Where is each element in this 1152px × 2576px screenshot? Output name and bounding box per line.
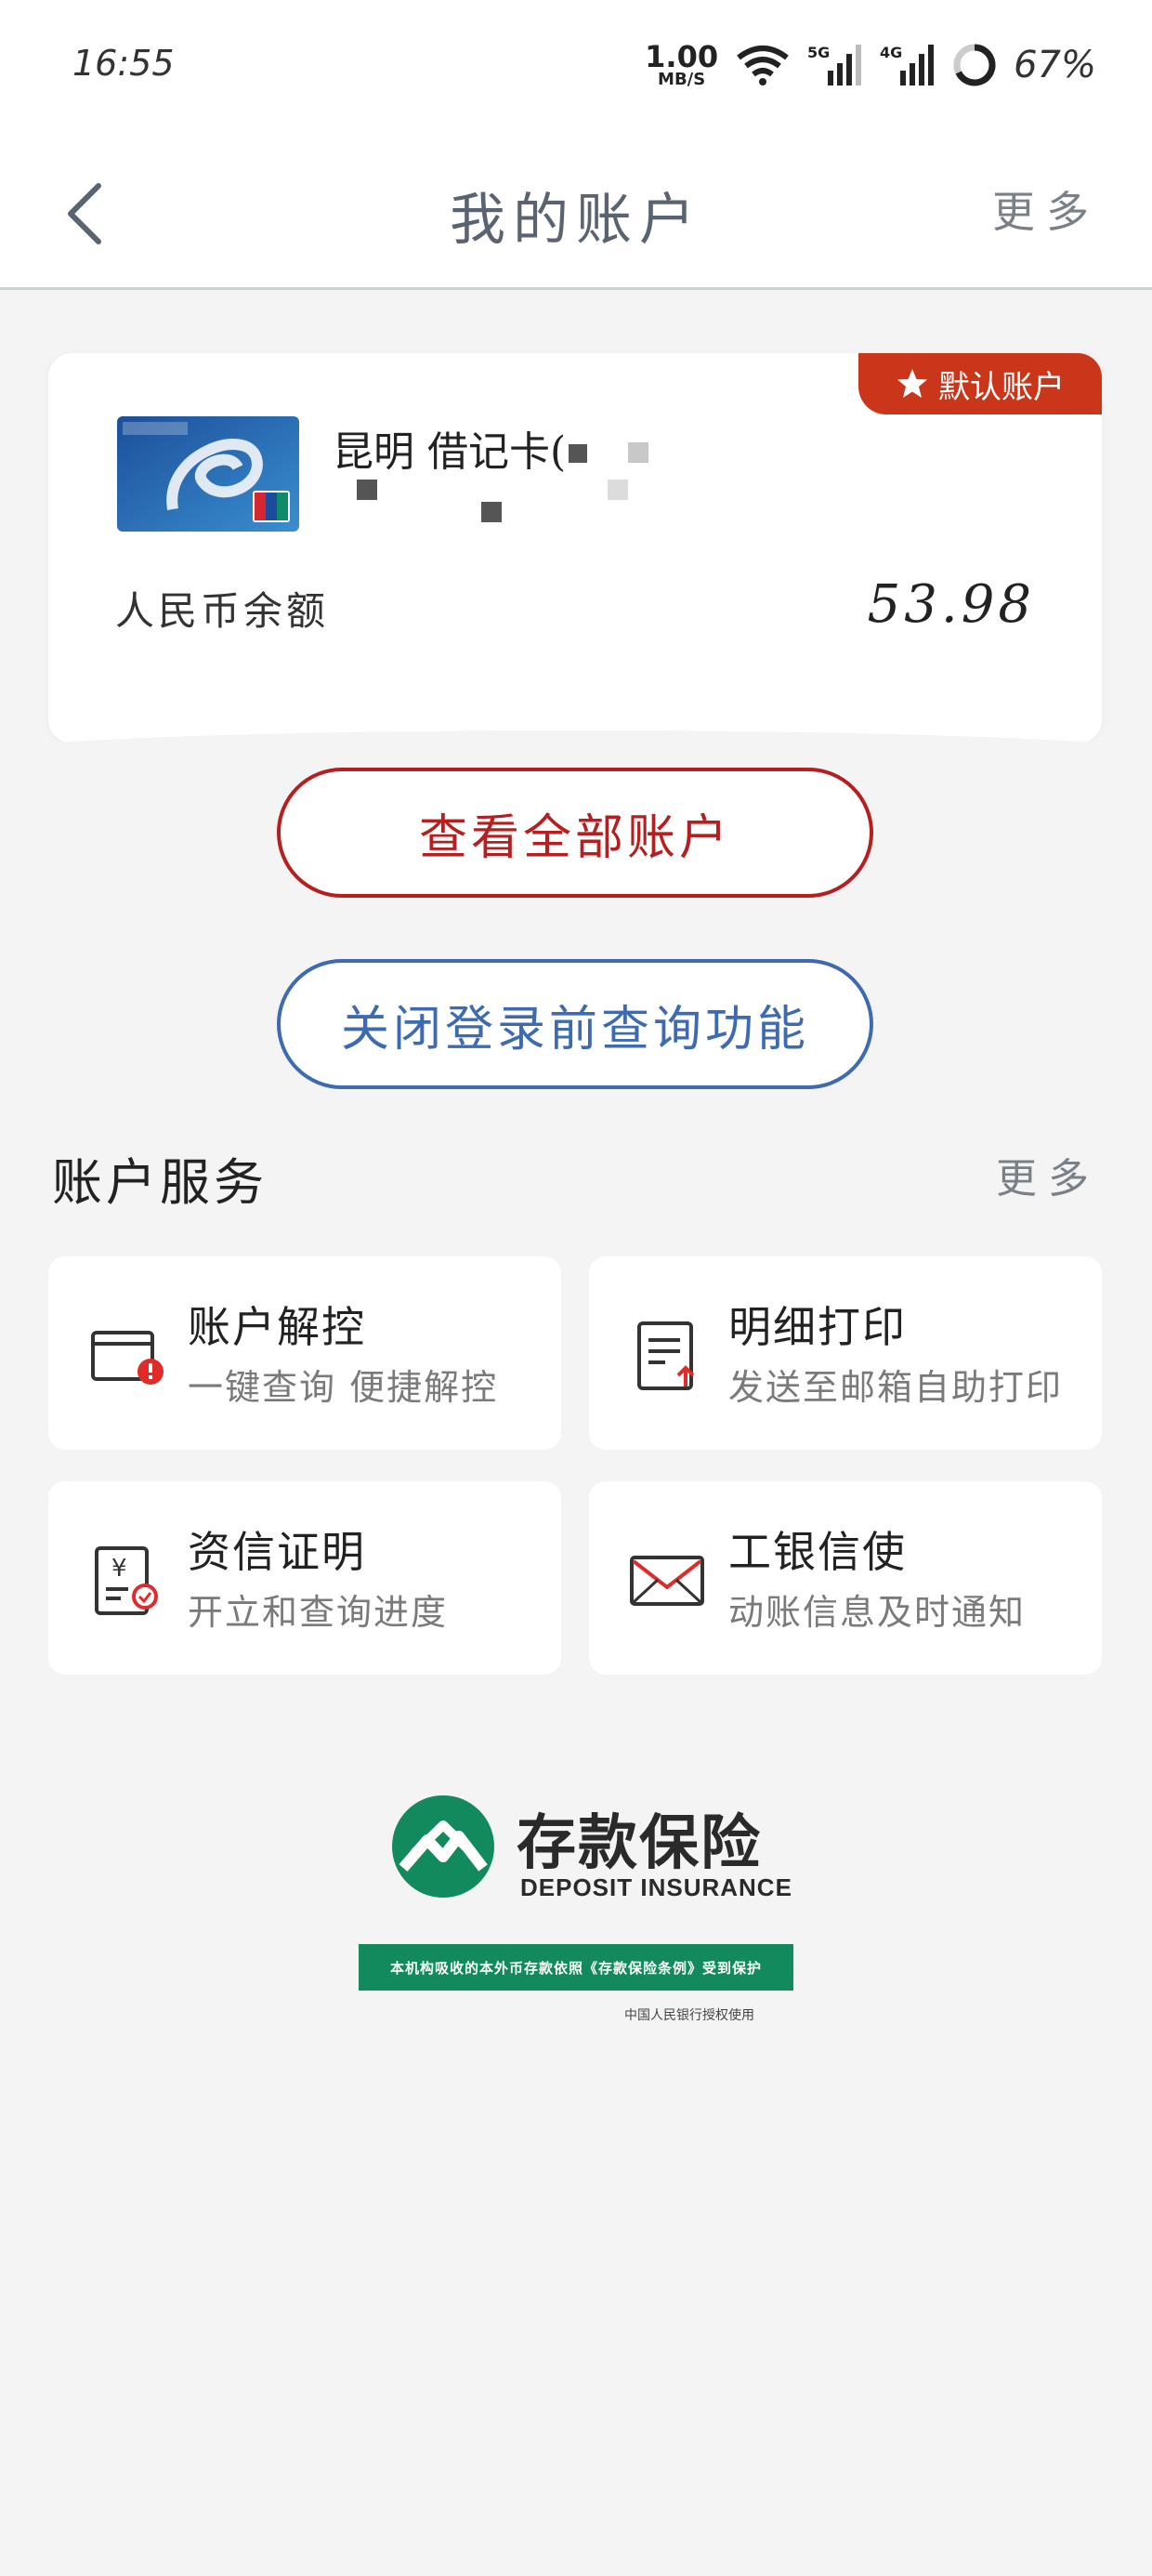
- services-more-button[interactable]: 更多: [996, 1145, 1100, 1204]
- deposit-insurance-subtitle: DEPOSIT INSURANCE: [520, 1873, 792, 1901]
- signal-4g-icon: 4G: [880, 44, 935, 85]
- deposit-insurance-authorization: 中国人民银行授权使用: [624, 2008, 754, 2023]
- close-prelogin-query-button[interactable]: 关闭登录前查询功能: [277, 959, 873, 1089]
- signal-4g-label: 4G: [880, 44, 902, 61]
- default-account-badge: 默认账户: [858, 353, 1102, 414]
- status-time: 16:55: [72, 43, 175, 84]
- deposit-insurance-logo: [392, 1795, 494, 1898]
- card-alert-icon: [91, 1331, 164, 1385]
- wifi-icon: [737, 46, 789, 85]
- yuan-certificate-icon: ¥: [95, 1546, 158, 1615]
- masked-digit: [569, 444, 587, 463]
- account-card[interactable]: 默认账户 昆明 借记卡( 人民币余额 53.98: [48, 353, 1102, 743]
- signal-5g-label: 5G: [807, 44, 830, 61]
- service-subtitle: 一键查询 便捷解控: [188, 1367, 499, 1408]
- masked-digit: [357, 480, 377, 500]
- service-statement-print[interactable]: 明细打印 发送至邮箱自助打印: [589, 1256, 1102, 1450]
- star-icon: [897, 369, 927, 398]
- net-speed-value: 1.00: [645, 39, 719, 74]
- card-name: 昆明 借记卡(: [333, 428, 567, 476]
- balance-value: 53.98: [867, 574, 1035, 635]
- service-icbc-messenger[interactable]: 工银信使 动账信息及时通知: [589, 1481, 1102, 1675]
- masked-digit: [481, 502, 502, 522]
- service-subtitle: 动账信息及时通知: [728, 1592, 1027, 1633]
- service-title: 明细打印: [728, 1302, 907, 1352]
- status-icons: 1.00 MB/S 5G 4G 67%: [645, 37, 1096, 93]
- net-speed-unit: MB/S: [658, 70, 706, 89]
- masked-digit: [608, 480, 628, 500]
- battery-icon: [953, 44, 996, 86]
- page-title: 我的账户: [450, 188, 702, 253]
- app-header: 我的账户 更多: [0, 139, 1152, 290]
- service-credit-certificate[interactable]: ¥ 资信证明 开立和查询进度: [48, 1481, 561, 1675]
- svg-text:¥: ¥: [111, 1555, 127, 1583]
- service-subtitle: 开立和查询进度: [188, 1592, 449, 1633]
- service-title: 资信证明: [188, 1527, 366, 1577]
- default-account-label: 默认账户: [938, 368, 1065, 406]
- deposit-insurance-title: 存款保险: [517, 1809, 762, 1878]
- battery-percent: 67%: [1014, 44, 1096, 86]
- service-title: 工银信使: [728, 1527, 907, 1577]
- service-title: 账户解控: [188, 1302, 366, 1352]
- deposit-insurance-banner: 本机构吸收的本外币存款依照《存款保险条例》受到保护: [359, 1944, 793, 1991]
- signal-5g-icon: 5G: [807, 44, 862, 85]
- header-more-button[interactable]: 更多: [992, 178, 1100, 240]
- masked-digit: [628, 442, 648, 463]
- status-bar: 16:55 1.00 MB/S 5G 4G 67%: [0, 0, 1152, 139]
- envelope-icon: [630, 1556, 704, 1606]
- bank-card-image: [117, 416, 299, 532]
- balance-label: 人民币余额: [115, 588, 330, 634]
- view-all-accounts-button[interactable]: 查看全部账户: [277, 768, 873, 898]
- document-upload-icon: [637, 1321, 695, 1390]
- service-account-unlock[interactable]: 账户解控 一键查询 便捷解控: [48, 1256, 561, 1450]
- net-speed: 1.00 MB/S: [645, 42, 718, 88]
- services-section-title: 账户服务: [52, 1153, 268, 1212]
- service-subtitle: 发送至邮箱自助打印: [728, 1367, 1064, 1408]
